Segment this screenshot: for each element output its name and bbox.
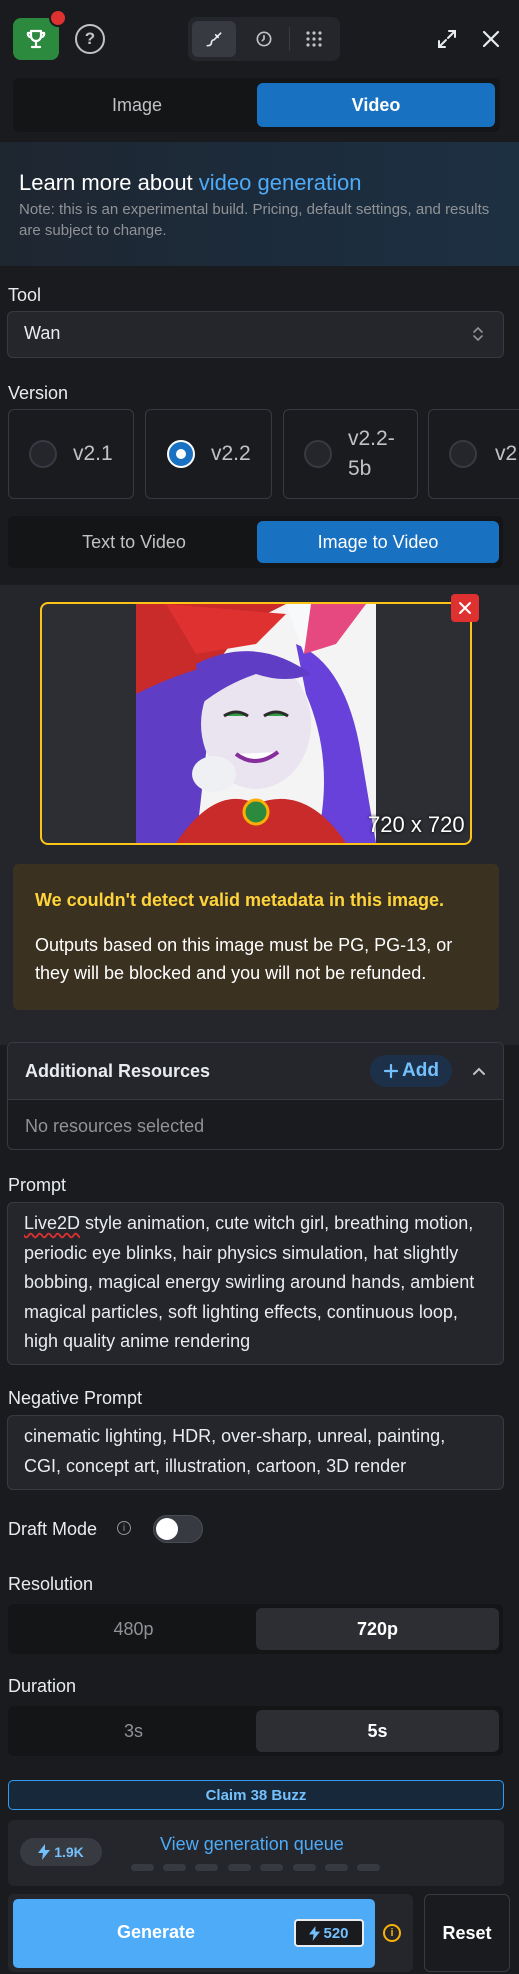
lightning-icon [38,1844,51,1860]
version-option-label: v2.2-5b [348,427,395,480]
resolution-label: Resolution [8,1574,94,1594]
banner-title-text: Learn more about [19,170,199,195]
remove-image-button[interactable] [451,594,479,622]
tool-select-value: Wan [24,323,61,343]
generate-cost: 520 [323,1924,349,1942]
spellcheck-word: Live2D [24,1213,81,1233]
brush-icon [206,32,222,47]
negative-prompt-text: cinematic lighting, HDR, over-sharp, unr… [24,1426,446,1476]
expand-icon [438,30,456,48]
generate-cost-badge: 520 [294,1919,364,1947]
tool-label: Tool [8,285,42,305]
banner-note: Note: this is an experimental build. Pri… [19,201,490,239]
duration-label: Duration [8,1676,77,1696]
version-option-v22-5b[interactable]: v2.2-5b [283,409,418,499]
version-option-v21[interactable]: v2.1 [8,409,134,499]
no-resources-text: No resources selected [25,1116,205,1136]
image-to-video-option[interactable]: Image to Video [257,521,499,563]
info-icon[interactable]: i [117,1521,131,1535]
lightning-icon [309,1925,321,1941]
generate-label: Generate [117,1922,196,1942]
notification-dot [49,9,67,27]
radio [304,440,332,468]
radio [449,440,477,468]
video-generation-link[interactable]: video generation [199,170,362,195]
close-icon [459,602,471,614]
warning-body: Outputs based on this image must be PG, … [35,935,453,983]
apps-button[interactable] [292,21,336,57]
radio-checked [167,440,195,468]
image-mode-option[interactable]: Image [18,83,256,127]
grid-icon [306,31,322,47]
tool-select[interactable] [7,311,504,358]
source-image-thumbnail [136,604,376,843]
version-option-v22[interactable]: v2.2 [145,409,272,499]
history-button[interactable] [242,21,286,57]
negative-prompt-label: Negative Prompt [8,1388,143,1408]
add-resource-button[interactable]: Add [370,1055,452,1087]
resolution-toggle: 480p 720p [8,1604,503,1654]
queue-slot [357,1864,380,1871]
claim-buzz-button[interactable]: Claim 38 Buzz [8,1780,504,1810]
view-generation-queue-link[interactable]: View generation queue [160,1834,344,1855]
queue-slot [131,1864,154,1871]
cost-info-icon[interactable]: i [383,1924,401,1942]
trophy-icon [26,29,46,49]
queue-slot [195,1864,218,1871]
tool-mode-switch [188,17,340,61]
text-to-video-option[interactable]: Text to Video [13,521,255,563]
help-icon: ? [84,29,96,48]
video-source-toggle: Text to Video Image to Video [8,516,503,568]
additional-resources-title: Additional Resources [25,1061,211,1081]
generate-mode-button[interactable] [192,21,236,57]
add-resource-label: Add [402,1060,439,1081]
version-option-label: v2 [495,442,518,465]
queue-slot [293,1864,316,1871]
draft-mode-label: Draft Mode [8,1519,98,1539]
video-mode-option[interactable]: Video [257,83,495,127]
prompt-text-rest: style animation, cute witch girl, breath… [24,1213,475,1351]
plus-icon [383,1063,399,1079]
clock-icon [256,31,272,47]
close-button[interactable] [474,22,508,56]
buzz-balance: 1.9K [54,1844,84,1860]
chevron-up-icon[interactable] [470,1062,488,1080]
queue-slot [325,1864,348,1871]
banner-title: Learn more about video generation [19,170,361,196]
version-option-label: v2.1 [73,442,113,465]
expand-button[interactable] [430,22,464,56]
toggle-knob [156,1518,178,1540]
radio [29,440,57,468]
help-button[interactable]: ? [75,24,105,54]
version-option-v2[interactable]: v2 [428,409,519,499]
reset-button[interactable]: Reset [424,1894,510,1972]
close-icon [482,30,500,48]
queue-slot [163,1864,186,1871]
media-type-toggle: Image Video [13,78,500,132]
prompt-label: Prompt [8,1175,67,1195]
prompt-text: Live2D style animation, cute witch girl,… [24,1209,486,1357]
queue-slot [228,1864,251,1871]
image-dimensions: 720 x 720 [368,812,465,837]
divider [289,27,290,51]
buzz-balance-badge: 1.9K [20,1838,102,1866]
duration-option-3s[interactable]: 3s [12,1710,255,1752]
version-label: Version [8,383,69,403]
version-option-label: v2.2 [211,442,251,465]
duration-toggle: 3s 5s [8,1706,503,1756]
resolution-option-480p[interactable]: 480p [12,1608,255,1650]
duration-option-5s[interactable]: 5s [256,1710,499,1752]
chevron-up-down-icon [473,326,483,342]
resolution-option-720p[interactable]: 720p [256,1608,499,1650]
warning-title: We couldn't detect valid metadata in thi… [35,890,445,910]
queue-slot [260,1864,283,1871]
